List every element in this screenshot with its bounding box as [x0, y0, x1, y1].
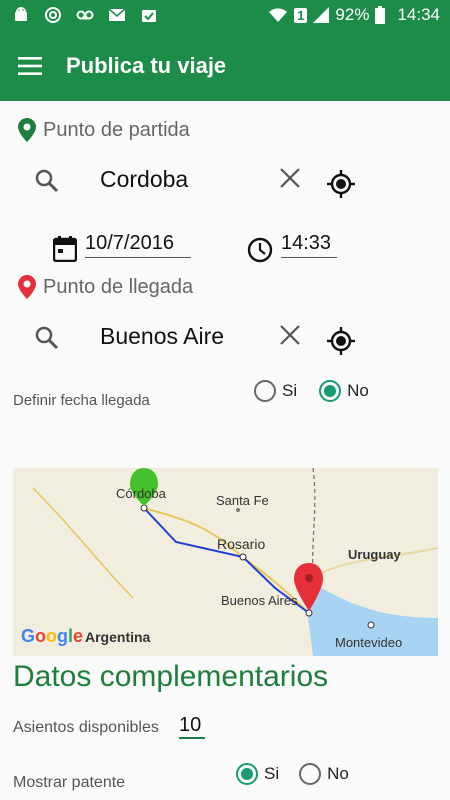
battery-icon: [375, 6, 386, 24]
hamburger-menu-icon[interactable]: [18, 56, 42, 76]
plate-yes-label: Si: [264, 764, 280, 783]
map-label-uruguay: Uruguay: [348, 547, 401, 562]
complementary-heading: Datos complementarios: [13, 660, 329, 693]
arrival-date-label: Definir fecha llegada: [13, 392, 150, 409]
arrival-date-no-radio[interactable]: [319, 380, 342, 402]
arrival-date-yes-label: Si: [282, 381, 298, 400]
signal-icon: [313, 7, 330, 23]
arrival-date-yes-radio[interactable]: [254, 380, 276, 402]
clock: 14:34: [397, 5, 440, 24]
clear-destination-icon[interactable]: [278, 323, 302, 347]
map-label-cordoba: Córdoba: [116, 486, 166, 501]
plate-label: Mostrar patente: [13, 774, 126, 791]
route-map[interactable]: Córdoba Santa Fe Rosario Uruguay Buenos …: [13, 468, 438, 656]
app-bar: Publica tu viaje: [0, 33, 450, 101]
map-label-santa-fe: Santa Fe: [216, 493, 269, 508]
origin-time-field[interactable]: 14:33: [281, 232, 337, 258]
page-title: Publica tu viaje: [66, 53, 227, 78]
arrival-date-no-label: No: [347, 381, 369, 400]
clock-icon: [247, 237, 273, 263]
map-label-argentina: Argentina: [85, 629, 151, 645]
plate-radio-group: Si No: [236, 763, 349, 785]
map-label-montevideo: Montevideo: [335, 635, 403, 650]
search-icon: [35, 169, 59, 193]
map-label-rosario: Rosario: [217, 536, 266, 552]
battery-percent: 92%: [335, 5, 370, 24]
origin-input[interactable]: Cordoba: [100, 166, 270, 193]
clipboard-icon: [142, 10, 156, 22]
map-label-buenos-aires: Buenos Aires: [221, 593, 298, 608]
destination-input[interactable]: Buenos Aire: [100, 323, 270, 350]
calendar-icon: [53, 236, 77, 262]
origin-pin-icon: [18, 118, 36, 142]
mail-icon: [108, 8, 126, 21]
status-bar: 1 92% 14:34: [0, 0, 450, 33]
seats-input[interactable]: 10: [179, 714, 205, 739]
sim-badge: 1: [294, 7, 308, 23]
destination-label: Punto de llegada: [43, 276, 194, 298]
clear-origin-icon[interactable]: [278, 166, 302, 190]
plate-no-radio[interactable]: [299, 763, 322, 785]
plate-no-label: No: [327, 764, 349, 783]
voicemail-icon: [76, 10, 94, 20]
sync-icon: [45, 7, 61, 23]
origin-label: Punto de partida: [43, 119, 190, 141]
arrival-date-radio-group: Si No: [254, 380, 369, 402]
origin-date-field[interactable]: 10/7/2016: [85, 232, 191, 258]
wifi-icon: [269, 8, 288, 22]
my-location-destination-icon[interactable]: [327, 327, 355, 355]
destination-pin-icon: [18, 275, 36, 299]
my-location-origin-icon[interactable]: [327, 170, 355, 198]
search-icon: [35, 326, 59, 350]
origin-search-row: Cordoba: [0, 158, 450, 208]
seats-label: Asientos disponibles: [13, 719, 159, 736]
plate-yes-radio[interactable]: [236, 763, 258, 785]
android-icon: [15, 7, 27, 21]
google-logo: Google: [21, 626, 84, 646]
destination-search-row: Buenos Aire: [0, 315, 450, 365]
